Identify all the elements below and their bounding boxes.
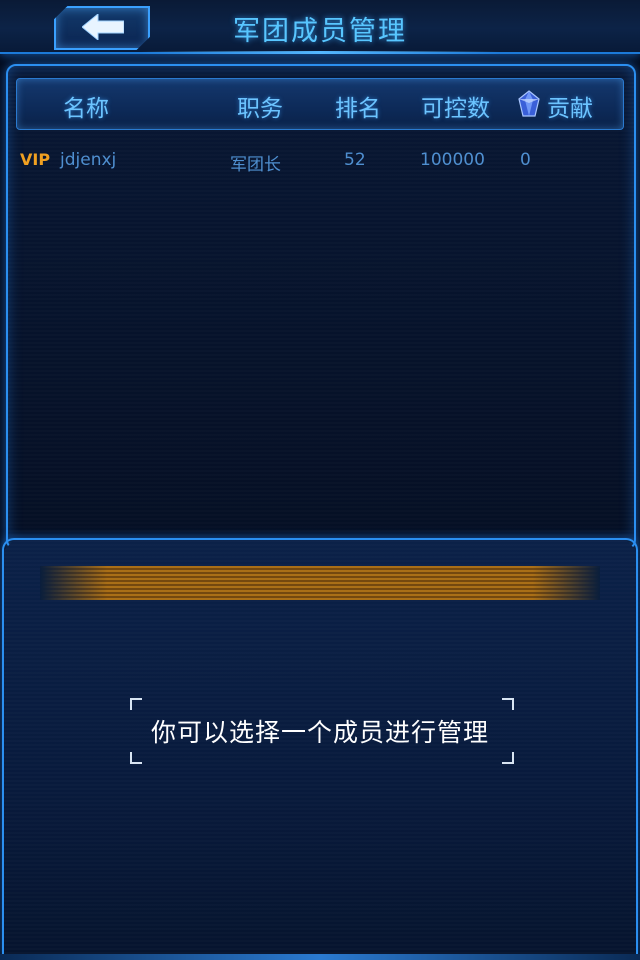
column-role[interactable]: 职务 <box>237 89 283 123</box>
page-title: 军团成员管理 <box>233 16 407 47</box>
table-header: 名称 职务 排名 可控数 贡献 <box>16 78 624 130</box>
header-bar: 军团成员管理 <box>0 0 640 54</box>
bracket-corner <box>130 752 142 764</box>
bracket-corner <box>502 698 514 710</box>
bracket-corner <box>130 698 142 710</box>
member-role: 军团长 <box>230 155 281 175</box>
bracket-corner <box>502 752 514 764</box>
column-name[interactable]: 名称 <box>63 89 109 123</box>
column-controllable[interactable]: 可控数 <box>421 89 490 123</box>
crystal-icon <box>518 90 540 117</box>
column-rank[interactable]: 排名 <box>335 89 381 123</box>
member-rank: 52 <box>344 150 366 170</box>
member-list-panel: 名称 职务 排名 可控数 贡献 VIP jdjenxj 军团长 52 10000… <box>6 64 636 550</box>
column-contribution[interactable]: 贡献 <box>547 89 593 123</box>
header-glow <box>140 51 500 54</box>
hint-text: 你可以选择一个成员进行管理 <box>150 718 489 747</box>
member-name: jdjenxj <box>60 150 117 170</box>
screen: 军团成员管理 名称 职务 排名 可控数 贡献 VIP jdjenxj 军团长 5… <box>0 0 640 960</box>
gold-divider-bar <box>40 566 600 600</box>
bottom-strip <box>0 954 640 960</box>
member-controllable: 100000 <box>420 150 485 170</box>
vip-badge: VIP <box>20 150 51 169</box>
table-row[interactable]: VIP jdjenxj 军团长 52 100000 0 <box>16 146 622 178</box>
member-contribution: 0 <box>520 150 531 170</box>
